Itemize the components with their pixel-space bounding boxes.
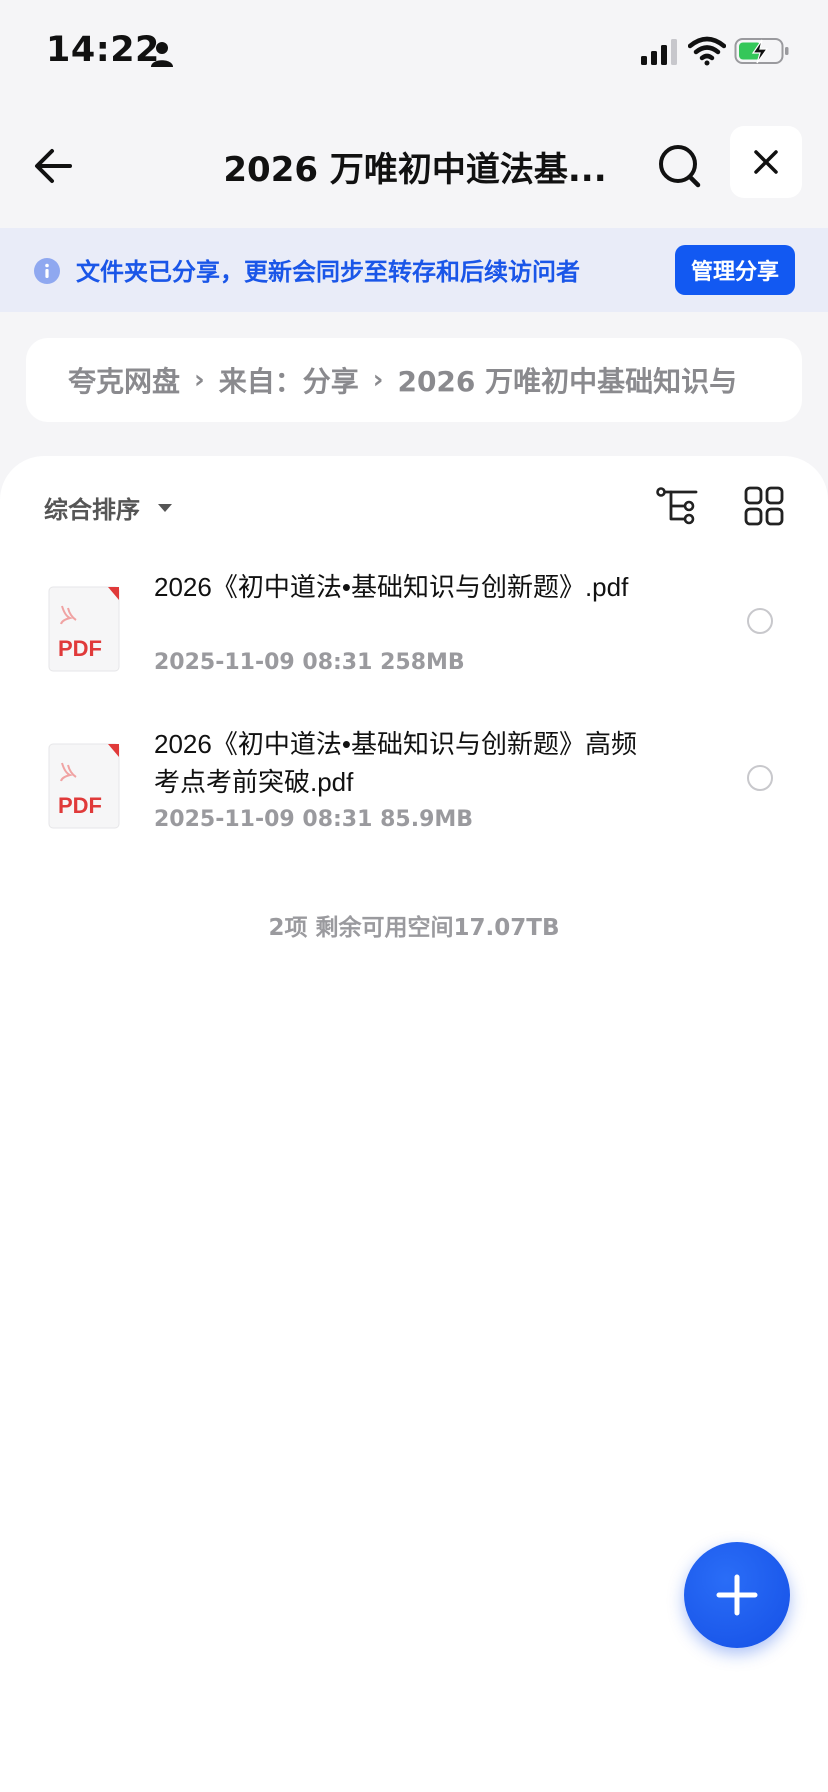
add-button[interactable] [684,1542,790,1648]
file-list-item[interactable]: PDF 2026《初中道法•基础知识与创新题》.pdf 2025-11-09 0… [0,568,828,708]
chevron-right-icon: › [372,365,384,395]
file-size: 85.9MB [380,807,474,832]
pdf-file-icon: PDF [48,586,120,672]
wifi-icon [688,36,726,66]
select-radio[interactable] [747,765,773,791]
person-icon [151,42,173,67]
chevron-right-icon: › [194,365,205,395]
manage-share-button[interactable]: 管理分享 [675,245,795,295]
grid-view-icon[interactable] [744,486,784,526]
breadcrumb-item-shared[interactable]: 来自：分享 [219,360,359,400]
breadcrumb: 夸克网盘 › 来自：分享 › 2026 万唯初中基础知识与 [26,338,802,422]
file-meta: 2025-11-09 08:31 85.9MB [154,807,473,832]
plus-icon [716,1574,758,1616]
sort-label: 综合排序 [44,496,140,524]
file-name: 2026《初中道法•基础知识与创新题》高频考点考前突破.pdf [154,729,637,797]
select-radio[interactable] [747,608,773,634]
status-time: 14:22 [46,30,160,70]
storage-summary: 2项 剩余可用空间17.07TB [268,915,560,941]
file-name: 2026《初中道法•基础知识与创新题》.pdf [154,572,629,602]
file-date: 2025-11-09 08:31 [154,807,373,832]
page-title: 2026 万唯初中道法基... [223,150,607,190]
breadcrumb-item-current: 2026 万唯初中基础知识与 [397,365,738,398]
tree-view-icon[interactable] [656,486,702,526]
search-icon[interactable] [654,140,706,192]
status-bar: 14:22 [0,0,828,104]
info-icon [34,258,60,284]
share-notice-banner: 文件夹已分享，更新会同步至转存和后续访问者 管理分享 [0,228,828,312]
share-notice-text: 文件夹已分享，更新会同步至转存和后续访问者 [76,258,580,286]
breadcrumb-item-root[interactable]: 夸克网盘 [68,360,180,400]
back-arrow-icon[interactable] [30,140,82,192]
pdf-thumb-label: PDF [58,793,102,818]
sort-dropdown[interactable]: 综合排序 [44,490,172,525]
file-date: 2025-11-09 08:31 [154,650,373,675]
close-icon [754,150,778,174]
pdf-file-icon: PDF [48,743,120,829]
close-button[interactable] [730,126,802,198]
battery-charging-icon [734,38,789,64]
file-meta: 2025-11-09 08:31 258MB [154,650,465,675]
cellular-signal-icon [641,39,677,65]
file-size: 258MB [380,650,465,675]
file-list-item[interactable]: PDF 2026《初中道法•基础知识与创新题》高频考点考前突破.pdf 2025… [0,725,828,865]
nav-bar: 2026 万唯初中道法基... [0,104,828,228]
pdf-thumb-label: PDF [58,636,102,661]
caret-down-icon [158,503,172,512]
